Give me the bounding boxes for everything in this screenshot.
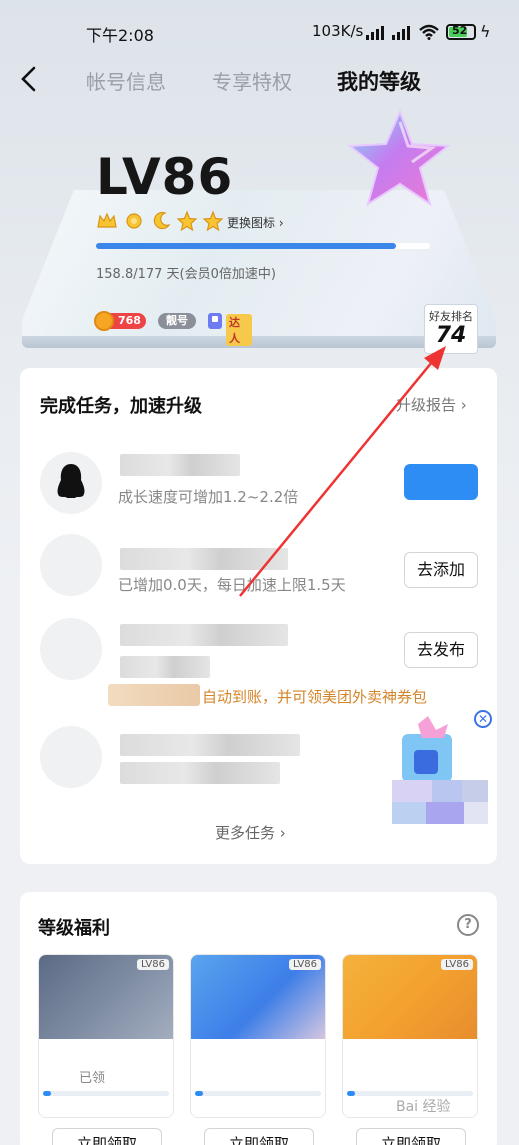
status-time: 下午2:08 xyxy=(86,26,154,45)
claim-button[interactable]: 立即领取 xyxy=(356,1128,466,1145)
benefit-level-tag: LV86 xyxy=(288,959,321,970)
moon-icon xyxy=(153,211,171,230)
star-small-icon xyxy=(202,210,224,232)
pretty-number-badge[interactable]: 靓号 xyxy=(158,313,196,329)
task-title-blurred xyxy=(120,734,300,756)
signal-icon xyxy=(392,26,410,40)
level-progress-bar xyxy=(96,243,430,249)
sun-icon xyxy=(126,213,142,229)
wifi-icon xyxy=(419,24,439,40)
friend-rank-value: 74 xyxy=(435,323,467,348)
top-nav: 帐号信息 专享特权 我的等级 xyxy=(0,58,519,102)
benefit-progress-fill xyxy=(43,1091,51,1096)
task-title-blurred xyxy=(120,624,288,646)
coin-badge[interactable]: 768 xyxy=(94,311,146,331)
task-description-blurred xyxy=(120,656,210,678)
task-avatar xyxy=(40,618,102,680)
task-action-button[interactable] xyxy=(404,464,478,500)
add-task-button[interactable]: 去添加 xyxy=(404,552,478,588)
crown-icon xyxy=(97,212,117,228)
publish-task-button[interactable]: 去发布 xyxy=(404,632,478,668)
benefit-progress-fill xyxy=(347,1091,355,1096)
benefit-item[interactable]: LV86 xyxy=(190,954,326,1118)
task-avatar xyxy=(40,726,102,788)
coin-count: 768 xyxy=(118,314,141,327)
signal-icon xyxy=(366,26,384,40)
level-value: LV86 xyxy=(96,148,234,206)
benefits-title: 等级福利 xyxy=(38,918,110,939)
friend-rank-box[interactable]: 好友排名 74 xyxy=(424,304,478,354)
friend-rank-label: 好友排名 xyxy=(429,310,473,323)
help-icon[interactable]: ? xyxy=(457,914,479,936)
talent-label: 达人 xyxy=(226,314,252,346)
talent-icon xyxy=(208,313,222,329)
benefit-item[interactable]: LV86 已领 xyxy=(38,954,174,1118)
claim-button[interactable]: 立即领取 xyxy=(204,1128,314,1145)
back-arrow-icon[interactable] xyxy=(16,64,42,94)
task-title-blurred xyxy=(120,548,288,570)
upgrade-report-link[interactable]: 升级报告 › xyxy=(396,394,467,415)
talent-badge[interactable]: 达人 xyxy=(206,311,252,346)
level-progress-fill xyxy=(96,243,396,249)
task-avatar xyxy=(40,452,102,514)
more-tasks-link[interactable]: 更多任务 › xyxy=(215,822,286,843)
star-small-icon xyxy=(176,210,198,232)
task-description-blurred xyxy=(120,762,280,784)
benefit-progress-bar xyxy=(43,1091,169,1096)
task-description: 成长速度可增加1.2~2.2倍 xyxy=(118,488,299,506)
benefit-item[interactable]: LV86 xyxy=(342,954,478,1118)
claim-button[interactable]: 立即领取 xyxy=(52,1128,162,1145)
tab-privileges[interactable]: 专享特权 xyxy=(212,66,292,95)
benefit-level-tag: LV86 xyxy=(136,959,169,970)
watermark: Bai 经验 xyxy=(396,1099,451,1115)
status-bar: 下午2:08 103K/s 52 ϟ xyxy=(0,18,519,48)
floating-ad-banner[interactable] xyxy=(388,716,492,836)
days-progress-text: 158.8/177 天(会员0倍加速中) xyxy=(96,267,276,282)
charging-icon: ϟ xyxy=(480,22,491,41)
task-avatar xyxy=(40,534,102,596)
penguin-icon xyxy=(57,464,85,498)
coin-icon xyxy=(94,311,114,331)
task-section-title: 完成任务，加速升级 xyxy=(40,396,202,417)
star-icon xyxy=(347,109,451,207)
benefit-progress-fill xyxy=(195,1091,203,1096)
battery-level: 52 xyxy=(452,24,468,37)
promo-text: 自动到账，并可领美团外卖神券包 xyxy=(202,688,428,706)
promo-blurred-text xyxy=(108,684,200,706)
benefit-level-tag: LV86 xyxy=(440,959,473,970)
close-icon[interactable]: ✕ xyxy=(474,710,492,728)
tab-account-info[interactable]: 帐号信息 xyxy=(86,66,166,95)
battery-icon: 52 xyxy=(446,24,476,40)
task-title-blurred xyxy=(120,454,240,476)
task-description: 已增加0.0天，每日加速上限1.5天 xyxy=(118,576,346,594)
tab-my-level[interactable]: 我的等级 xyxy=(337,66,421,96)
network-speed: 103K/s xyxy=(312,22,364,40)
benefit-subtitle: 已领 xyxy=(79,1071,106,1086)
benefit-progress-bar xyxy=(195,1091,321,1096)
change-icon-link[interactable]: 更换图标 › xyxy=(227,214,284,231)
